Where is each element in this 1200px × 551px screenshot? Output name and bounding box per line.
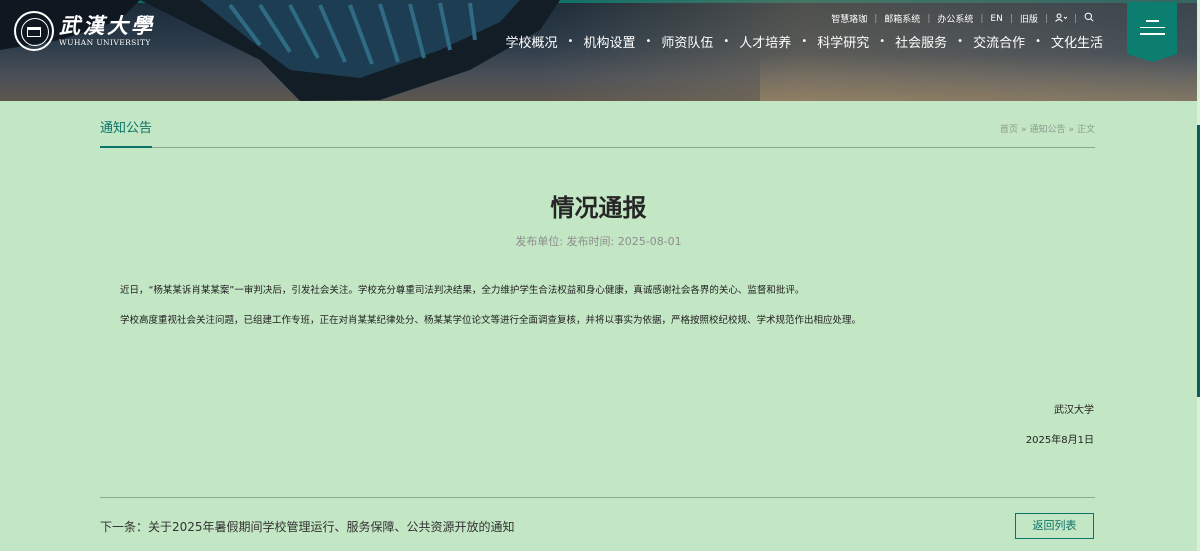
breadcrumb-notices[interactable]: 通知公告: [1029, 125, 1065, 135]
main-nav: 学校概况 • 机构设置 • 师资队伍 • 人才培养 • 科学研究 • 社会服务 • 交流合作…: [506, 32, 1103, 51]
nav-item-education[interactable]: 人才培养: [739, 32, 791, 51]
util-link-mail[interactable]: 邮箱系统: [877, 12, 927, 25]
nav-item-culture[interactable]: 文化生活: [1051, 32, 1103, 51]
site-header: 武漢大學 WUHAN UNIVERSITY 智慧珞珈 | 邮箱系统 | 办公系统 | …: [0, 0, 1197, 101]
article-date: 2025年8月1日: [1025, 435, 1094, 446]
footer-divider: [100, 497, 1095, 498]
nav-item-research[interactable]: 科学研究: [817, 32, 869, 51]
logo-english-name: WUHAN UNIVERSITY: [59, 38, 151, 47]
university-logo[interactable]: 武漢大學 WUHAN UNIVERSITY: [14, 11, 155, 51]
section-title[interactable]: 通知公告: [100, 117, 153, 148]
util-link-office[interactable]: 办公系统: [930, 12, 980, 25]
nav-item-exchange[interactable]: 交流合作: [973, 32, 1025, 51]
breadcrumb-current: 正文: [1076, 125, 1095, 135]
menu-icon: [1140, 20, 1165, 40]
search-icon[interactable]: [1077, 12, 1101, 25]
logo-chinese-name: 武漢大學: [59, 13, 155, 38]
util-link-old-version[interactable]: 旧版: [1013, 12, 1045, 25]
article-paragraph: 近日，“杨某某诉肖某某案”一审判决后，引发社会关注。学校充分尊重司法判决结果，全…: [120, 285, 805, 296]
util-link-smart-luojia[interactable]: 智慧珞珈: [824, 12, 874, 25]
menu-button[interactable]: [1127, 2, 1177, 62]
article-signature: 武汉大学: [1054, 405, 1094, 416]
article-meta: 发布单位: 发布时间: 2025-08-01: [515, 235, 682, 248]
breadcrumb: 首页» 通知公告» 正文: [999, 125, 1095, 135]
util-link-english[interactable]: EN: [983, 14, 1009, 24]
section-header: 通知公告 首页» 通知公告» 正文: [100, 117, 1095, 148]
article-paragraph: 学校高度重视社会关注问题，已组建工作专班，正在对肖某某纪律处分、杨某某学位论文等…: [120, 315, 862, 326]
university-seal-icon: [14, 11, 54, 51]
next-article-link[interactable]: 下一条：关于2025年暑假期间学校管理运行、服务保障、公共资源开放的通知: [100, 518, 515, 535]
user-icon[interactable]: [1048, 13, 1074, 25]
nav-item-about[interactable]: 学校概况: [506, 32, 558, 51]
utility-links: 智慧珞珈 | 邮箱系统 | 办公系统 | EN | 旧版 | |: [824, 12, 1101, 25]
breadcrumb-home[interactable]: 首页: [1000, 125, 1018, 135]
nav-item-departments[interactable]: 机构设置: [583, 32, 635, 51]
nav-item-social-service[interactable]: 社会服务: [895, 32, 947, 51]
back-to-list-button[interactable]: 返回列表: [1015, 513, 1094, 539]
nav-item-faculty[interactable]: 师资队伍: [661, 32, 713, 51]
article-title: 情况通报: [550, 194, 647, 222]
